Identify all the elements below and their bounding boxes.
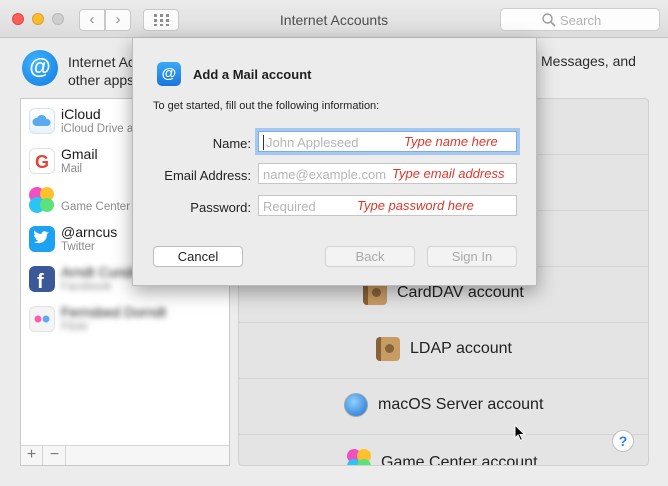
header-description-right: Messages, and <box>541 53 636 69</box>
account-subtitle: Flickr <box>61 321 89 333</box>
name-label: Name: <box>212 136 251 151</box>
macos-server-icon <box>344 393 368 417</box>
game-center-icon <box>29 187 55 216</box>
provider-label: LDAP account <box>410 340 512 357</box>
provider-label: CardDAV account <box>397 284 524 301</box>
provider-row-macos-server[interactable]: macOS Server account <box>239 379 648 435</box>
password-annotation: Type password here <box>357 198 474 213</box>
remove-account-button[interactable]: − <box>44 446 66 465</box>
password-field[interactable]: Required Type password here <box>258 195 517 216</box>
mail-at-icon: @ <box>157 62 181 86</box>
twitter-icon <box>29 226 55 252</box>
add-account-button[interactable]: + <box>21 446 43 465</box>
email-label: Email Address: <box>164 168 251 183</box>
sidebar-footer: + − <box>21 445 229 465</box>
icloud-icon <box>29 108 55 134</box>
title-bar: ‹ › Internet Accounts Search <box>0 0 668 38</box>
account-subtitle: Twitter <box>61 241 95 253</box>
account-name: @arncus <box>61 224 118 240</box>
account-subtitle: Game Center <box>61 201 131 213</box>
facebook-icon: f <box>29 266 55 293</box>
account-name: Gmail <box>61 146 98 162</box>
account-subtitle: Facebook <box>61 281 112 293</box>
internet-accounts-icon: @ <box>22 50 58 86</box>
password-label: Password: <box>190 200 251 215</box>
cancel-button[interactable]: Cancel <box>153 246 243 267</box>
provider-label: macOS Server account <box>378 396 544 413</box>
account-subtitle: Mail <box>61 163 83 175</box>
account-name: iCloud <box>61 106 101 122</box>
search-placeholder: Search <box>560 13 602 28</box>
email-annotation: Type email address <box>392 166 505 181</box>
back-button-sheet[interactable]: Back <box>325 246 415 267</box>
svg-text:f: f <box>37 271 44 290</box>
flickr-icon <box>29 306 55 332</box>
search-field[interactable]: Search <box>500 8 660 31</box>
game-center-icon <box>345 447 371 465</box>
name-placeholder: John Appleseed <box>266 135 359 150</box>
account-item-flickr[interactable]: Fernsbed Dorndt Flickr <box>21 299 229 339</box>
account-subtitle: iCloud Drive a <box>61 123 134 135</box>
sheet-intro: To get started, fill out the following i… <box>153 100 380 112</box>
provider-row-game-center[interactable]: Game Center account <box>239 435 648 466</box>
header-description: Internet Ac other apps <box>68 53 135 89</box>
ldap-icon <box>376 337 400 361</box>
help-button[interactable]: ? <box>612 430 634 452</box>
sign-in-button[interactable]: Sign In <box>427 246 517 267</box>
email-placeholder: name@example.com <box>263 167 387 182</box>
search-icon <box>542 13 556 27</box>
name-field[interactable]: John Appleseed Type name here <box>258 131 517 152</box>
sheet-title: Add a Mail account <box>193 67 312 82</box>
add-mail-account-sheet: @ Add a Mail account To get started, fil… <box>132 38 537 286</box>
password-placeholder: Required <box>263 199 316 214</box>
name-annotation: Type name here <box>404 134 498 149</box>
email-field[interactable]: name@example.com Type email address <box>258 163 517 184</box>
provider-label: Game Center account <box>381 454 538 466</box>
header-line-1: Internet Ac <box>68 54 135 70</box>
text-caret <box>263 135 264 150</box>
provider-row-ldap[interactable]: LDAP account <box>239 323 648 379</box>
gmail-icon: G <box>29 148 55 174</box>
account-name: Fernsbed Dorndt <box>61 304 167 320</box>
header-line-2: other apps <box>68 72 135 88</box>
mouse-pointer-icon <box>514 424 526 442</box>
svg-text:G: G <box>35 152 49 172</box>
